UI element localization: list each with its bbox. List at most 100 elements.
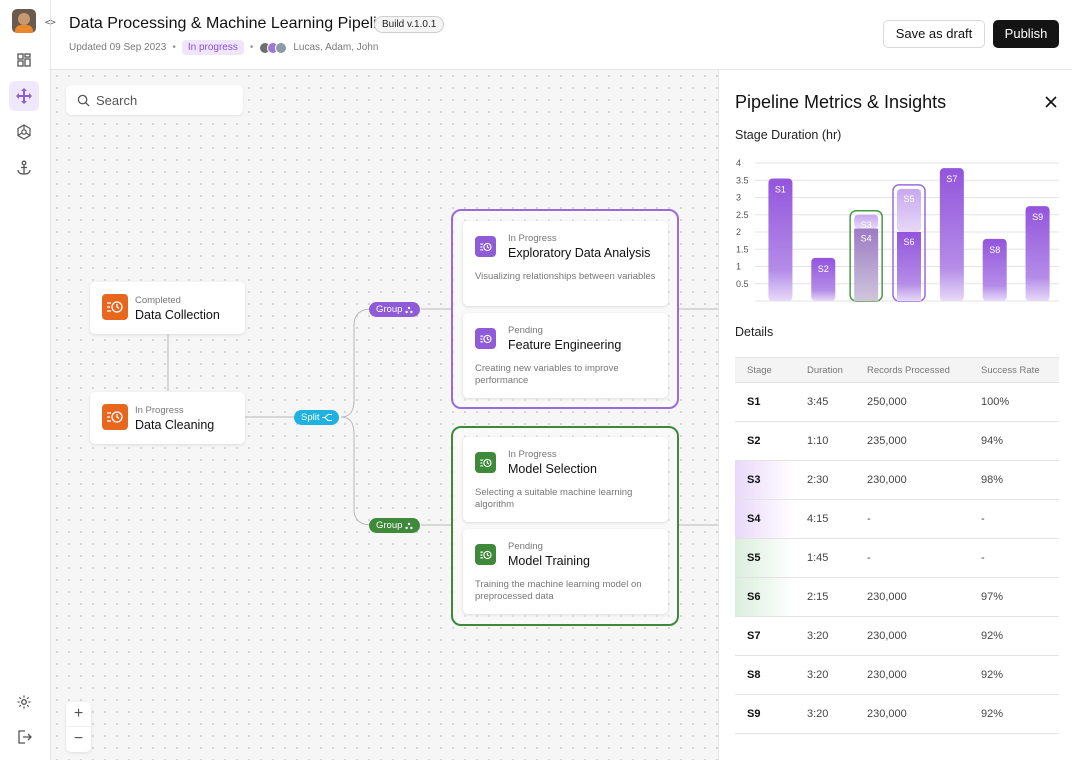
page-title: Data Processing & Machine Learning Pipel…	[69, 15, 395, 32]
column-header[interactable]: Duration	[795, 357, 855, 383]
group-icon	[405, 522, 414, 529]
y-tick-label: 4	[736, 158, 741, 168]
node-status: In Progress	[135, 405, 184, 416]
card-description: Selecting a suitable machine learning al…	[475, 487, 633, 510]
duration-cell: 2:30	[795, 460, 855, 500]
column-header[interactable]: Records Processed	[855, 357, 969, 383]
collapse-sidebar-icon[interactable]: <>	[45, 17, 57, 29]
bar	[939, 168, 964, 301]
bar-label: S2	[818, 264, 829, 274]
node-data-cleaning[interactable]: In Progress Data Cleaning	[90, 392, 245, 444]
search-box[interactable]	[66, 85, 243, 115]
success-rate-cell: 97%	[969, 577, 1059, 617]
stage-duration-chart: 0.5 1 1.5 2 2.5 3 3.5 4 S1 S2 S3 S4 S5 S6 S7 S8 S9	[736, 158, 1059, 302]
table-row[interactable]: S4 4:15- -	[735, 499, 1059, 539]
table-row[interactable]: S9 3:20 230,000 92%	[735, 694, 1059, 734]
chart-title: Stage Duration (hr)	[735, 128, 842, 142]
table-row[interactable]: S1 3:45 250,000 100%	[735, 382, 1059, 422]
node-name: Data Collection	[135, 308, 220, 322]
move-arrows-icon[interactable]	[9, 81, 39, 111]
group-tag-purple[interactable]: Group	[369, 302, 421, 317]
duration-cell: 2:15	[795, 577, 855, 617]
card-model-selection[interactable]: In Progress Model Selection Selecting a …	[463, 437, 668, 522]
publish-button[interactable]: Publish	[993, 20, 1059, 48]
dashboard-grid-icon[interactable]	[9, 45, 39, 75]
user-avatar[interactable]	[12, 9, 36, 33]
metrics-panel: Pipeline Metrics & Insights Stage Durati…	[718, 70, 1072, 760]
stage-cell: S3	[735, 460, 795, 500]
bar-label: S4	[861, 234, 872, 244]
card-eda[interactable]: In Progress Exploratory Data Analysis Vi…	[463, 221, 668, 306]
success-rate-cell: -	[969, 499, 1059, 539]
card-status: In Progress	[508, 233, 557, 244]
avatar	[275, 41, 288, 54]
duration-cell: 1:45	[795, 538, 855, 578]
card-feature-engineering[interactable]: Pending Feature Engineering Creating new…	[463, 313, 668, 398]
card-name: Model Selection	[508, 462, 597, 476]
y-tick-label: 2	[736, 227, 741, 237]
zoom-out-button[interactable]: −	[66, 727, 91, 752]
records-cell: -	[855, 538, 969, 578]
column-header[interactable]: Stage	[735, 357, 795, 383]
records-cell: 230,000	[855, 577, 969, 617]
records-cell: -	[855, 499, 969, 539]
panel-title: Pipeline Metrics & Insights	[735, 92, 947, 112]
left-rail	[0, 0, 51, 760]
search-input[interactable]	[96, 92, 236, 108]
clock-list-icon	[475, 328, 496, 349]
stage-cell: S5	[735, 538, 795, 578]
network-icon[interactable]	[9, 117, 39, 147]
stage-cell: S7	[735, 616, 795, 656]
stage-cell: S2	[735, 421, 795, 461]
gear-icon[interactable]	[9, 687, 39, 717]
split-tag[interactable]: Split	[294, 410, 340, 425]
bar-label: S9	[1032, 212, 1043, 222]
card-model-training[interactable]: Pending Model Training Training the mach…	[463, 529, 668, 614]
node-data-collection[interactable]: Completed Data Collection	[90, 282, 245, 334]
pipeline-canvas[interactable]: Completed Data Collection In Progress Da…	[51, 70, 718, 760]
clock-list-icon	[475, 236, 496, 257]
header-meta: Updated 09 Sep 2023 • In progress • Luca…	[69, 40, 378, 55]
bar-label: S1	[775, 185, 786, 195]
bar-label: S5	[903, 194, 914, 204]
success-rate-cell: 100%	[969, 382, 1059, 422]
bar-label: S8	[989, 245, 1000, 255]
group-icon	[405, 306, 414, 313]
close-icon[interactable]	[1043, 94, 1059, 110]
records-cell: 250,000	[855, 382, 969, 422]
group-tag-green[interactable]: Group	[369, 518, 421, 533]
table-row[interactable]: S2 1:10 235,000 94%	[735, 421, 1059, 461]
split-icon	[322, 414, 333, 421]
save-draft-button[interactable]: Save as draft	[883, 20, 985, 48]
table-row[interactable]: S3 2:30 230,000 98%	[735, 460, 1059, 500]
group-purple[interactable]: In Progress Exploratory Data Analysis Vi…	[451, 209, 679, 409]
table-row[interactable]: S5 1:45- -	[735, 538, 1059, 578]
success-rate-cell: 92%	[969, 616, 1059, 656]
y-tick-label: 1	[736, 262, 741, 272]
group-green[interactable]: In Progress Model Selection Selecting a …	[451, 426, 679, 626]
collaborator-names: Lucas, Adam, John	[293, 42, 379, 53]
zoom-in-button[interactable]: +	[66, 702, 91, 727]
y-tick-label: 0.5	[736, 279, 749, 289]
collaborator-avatars[interactable]	[259, 41, 288, 54]
separator-dot: •	[249, 42, 254, 53]
logout-icon[interactable]	[9, 722, 39, 752]
table-row[interactable]: S6 2:15 230,000 97%	[735, 577, 1059, 617]
y-tick-label: 3	[736, 193, 741, 203]
column-header[interactable]: Success Rate	[969, 357, 1059, 383]
separator-dot: •	[172, 42, 176, 53]
duration-cell: 4:15	[795, 499, 855, 539]
table-row[interactable]: S8 3:20 230,000 92%	[735, 655, 1059, 695]
success-rate-cell: -	[969, 538, 1059, 578]
card-name: Feature Engineering	[508, 338, 622, 352]
group-label: Group	[376, 520, 403, 531]
card-status: Pending	[508, 541, 543, 552]
success-rate-cell: 92%	[969, 655, 1059, 695]
records-cell: 230,000	[855, 616, 969, 656]
duration-cell: 3:45	[795, 382, 855, 422]
anchor-icon[interactable]	[9, 153, 39, 183]
table-row[interactable]: S7 3:20 230,000 92%	[735, 616, 1059, 656]
records-cell: 230,000	[855, 655, 969, 695]
duration-cell: 3:20	[795, 694, 855, 734]
card-description: Training the machine learning model on p…	[475, 579, 642, 602]
